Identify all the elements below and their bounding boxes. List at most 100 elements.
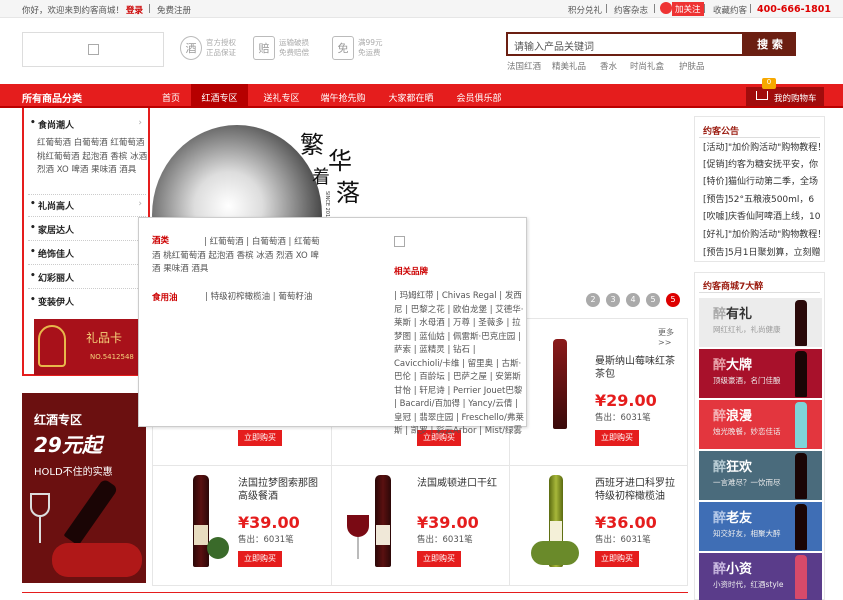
- product-name[interactable]: 法国威顿进口干红: [417, 477, 502, 490]
- brand-desc: 知交好友，相聚大醉: [713, 529, 781, 538]
- brands-title: 约客商城7大醉: [703, 282, 764, 292]
- brand-item[interactable]: 醉大牌 顶级豪酒，名门佳酿: [699, 349, 822, 398]
- brand-item[interactable]: 醉小资 小资时代，红酒style: [699, 553, 822, 600]
- hot-keyword[interactable]: 护肤品: [679, 60, 705, 72]
- glass-stem: [39, 517, 41, 543]
- product-price: ¥39.00: [238, 513, 300, 532]
- more-link[interactable]: 更多>>: [658, 327, 687, 347]
- gift-card-banner[interactable]: 礼品卡 NO.5412548: [34, 319, 138, 375]
- buy-button[interactable]: 立即购买: [417, 551, 461, 567]
- buy-button[interactable]: 立即购买: [595, 551, 639, 567]
- register-link[interactable]: 免费注册: [157, 4, 191, 16]
- magazine-link[interactable]: 约客杂志: [614, 4, 648, 16]
- bottle-shape: [193, 475, 209, 567]
- category-title: 礼尚高人: [38, 202, 75, 212]
- slider-dot[interactable]: 5: [646, 293, 660, 307]
- brand-big: 醉浪漫: [713, 405, 752, 424]
- hot-keyword[interactable]: 香水: [600, 60, 617, 72]
- brand-item[interactable]: 醉老友 知交好友，相聚大醉: [699, 502, 822, 551]
- slider-dot-active[interactable]: 5: [666, 293, 680, 307]
- search-button[interactable]: 搜 索: [744, 32, 796, 56]
- bottle-shape: [795, 351, 807, 397]
- chevron-right-icon: ›: [138, 118, 142, 128]
- notice-item[interactable]: [预告]5月1日聚划算，立刻赠: [703, 245, 821, 258]
- logo[interactable]: [22, 32, 164, 67]
- notice-item[interactable]: [特价]猫仙行动第二季，全场: [703, 174, 821, 187]
- brand-word: 小资: [726, 562, 753, 577]
- slider-dot[interactable]: 4: [626, 293, 640, 307]
- gift-card-title: 礼品卡: [86, 331, 123, 345]
- nav-gifts[interactable]: 送礼专区: [253, 84, 310, 108]
- product-image[interactable]: [525, 475, 587, 575]
- bottle-label: [194, 525, 208, 545]
- category-title: 家居达人: [38, 226, 75, 236]
- section-divider: [22, 592, 688, 593]
- zui-char: 醉: [713, 409, 727, 424]
- guarantee-free-shipping: 免 满99元 免运费: [332, 36, 402, 64]
- login-link[interactable]: 登录: [126, 4, 143, 16]
- hot-keyword[interactable]: 精美礼品: [552, 60, 586, 72]
- product-name[interactable]: 曼斯纳山莓味红茶茶包: [595, 355, 679, 381]
- wine-promo-banner[interactable]: 红酒专区 29元起 HOLD不住的实惠: [22, 393, 146, 583]
- all-categories[interactable]: 所有商品分类: [22, 84, 150, 108]
- guarantee-authentic: 酒 官方授权 正品保证: [180, 36, 250, 64]
- zui-char: 醉: [713, 511, 727, 526]
- divider: [28, 240, 146, 241]
- related-brands-list[interactable]: | 玛姆红带 | Chivas Regal | 发西尼 | 巴黎之花 | 欧伯龙…: [394, 290, 526, 439]
- brand-item[interactable]: 醉狂欢 一言难尽？一饮而尽: [699, 451, 822, 500]
- nav-home[interactable]: 首页: [152, 84, 190, 108]
- follow-button[interactable]: 加关注: [672, 2, 704, 16]
- product-price: ¥29.00: [595, 391, 657, 410]
- product-image[interactable]: [531, 339, 589, 435]
- hot-keyword[interactable]: 法国红酒: [507, 60, 541, 72]
- brand-word: 狂欢: [726, 460, 753, 475]
- brand-desc: 顶级豪酒，名门佳酿: [713, 376, 781, 385]
- nav-showcase[interactable]: 大家都在晒: [380, 84, 442, 108]
- product-name[interactable]: 西班牙进口科罗拉特级初榨橄榄油: [595, 477, 681, 503]
- flyout-category-items[interactable]: | 特级初榨橄榄油 | 葡萄籽油: [205, 291, 325, 305]
- notice-item[interactable]: [促销]约客为糖安抚平安，你: [703, 157, 821, 170]
- notice-item[interactable]: [吹噱]庆香仙阿啤酒上线，10: [703, 209, 821, 222]
- buy-button[interactable]: 立即购买: [238, 551, 282, 567]
- product-price: ¥39.00: [417, 513, 479, 532]
- flyout-category-label[interactable]: 食用油: [152, 291, 178, 303]
- buy-button[interactable]: 立即购买: [238, 430, 282, 446]
- notice-item[interactable]: [预告]52°五粮液500ml，6: [703, 192, 821, 205]
- separator: |: [605, 4, 608, 14]
- product-name[interactable]: 法国拉梦图索那图高级餐酒: [238, 477, 323, 503]
- notice-item[interactable]: [好礼]"加价购活动"购物教程！: [703, 227, 821, 240]
- cart-button[interactable]: 我的购物车: [746, 87, 824, 106]
- slider-dot[interactable]: 3: [606, 293, 620, 307]
- nav-club[interactable]: 会员俱乐部: [448, 84, 510, 108]
- main-nav: 所有商品分类 首页 红酒专区 送礼专区 端午抢先购 大家都在晒 会员俱乐部: [0, 84, 843, 108]
- banner-side-text: SINCE 2011: [324, 191, 330, 221]
- buy-button[interactable]: 立即购买: [595, 430, 639, 446]
- product-image[interactable]: [171, 475, 231, 575]
- olives-image: [531, 541, 579, 565]
- nav-wine[interactable]: 红酒专区: [191, 84, 248, 108]
- nav-festival[interactable]: 端午抢先购: [312, 84, 374, 108]
- zui-char: 醉: [713, 460, 727, 475]
- slider-dot[interactable]: 2: [586, 293, 600, 307]
- zui-char: 醉: [713, 562, 727, 577]
- bottle-shape: [795, 555, 807, 599]
- points-link[interactable]: 积分兑礼: [568, 4, 602, 16]
- bottle-shape: [63, 478, 119, 546]
- guarantee-line: 免运费: [358, 48, 381, 57]
- search-input[interactable]: 请输入产品关键词: [506, 32, 744, 56]
- broken-image-icon: [88, 44, 99, 55]
- brand-item[interactable]: 醉有礼 网红红礼，礼尚健康: [699, 298, 822, 347]
- product-sold: 售出：6031笔: [417, 535, 473, 545]
- promo-price: 29元起: [34, 433, 102, 457]
- brand-big: 醉老友: [713, 507, 752, 526]
- promo-title: 红酒专区: [34, 413, 83, 427]
- compensation-icon: 赔: [253, 36, 275, 60]
- banner-char: 着: [312, 167, 330, 188]
- collect-link[interactable]: 收藏约客: [713, 4, 747, 16]
- hot-keyword[interactable]: 时尚礼盒: [630, 60, 664, 72]
- brand-item[interactable]: 醉浪漫 烛光晚餐，妙恋佳话: [699, 400, 822, 449]
- wine-badge-icon: 酒: [180, 36, 202, 60]
- product-image[interactable]: [343, 475, 411, 575]
- flyout-category-items[interactable]: | 红葡萄酒 | 白葡萄酒 | 红葡萄酒 桃红葡萄酒 起泡酒 香槟 冰酒 烈酒 …: [152, 236, 326, 277]
- notice-item[interactable]: [活动]"加价购活动"购物教程！: [703, 140, 821, 153]
